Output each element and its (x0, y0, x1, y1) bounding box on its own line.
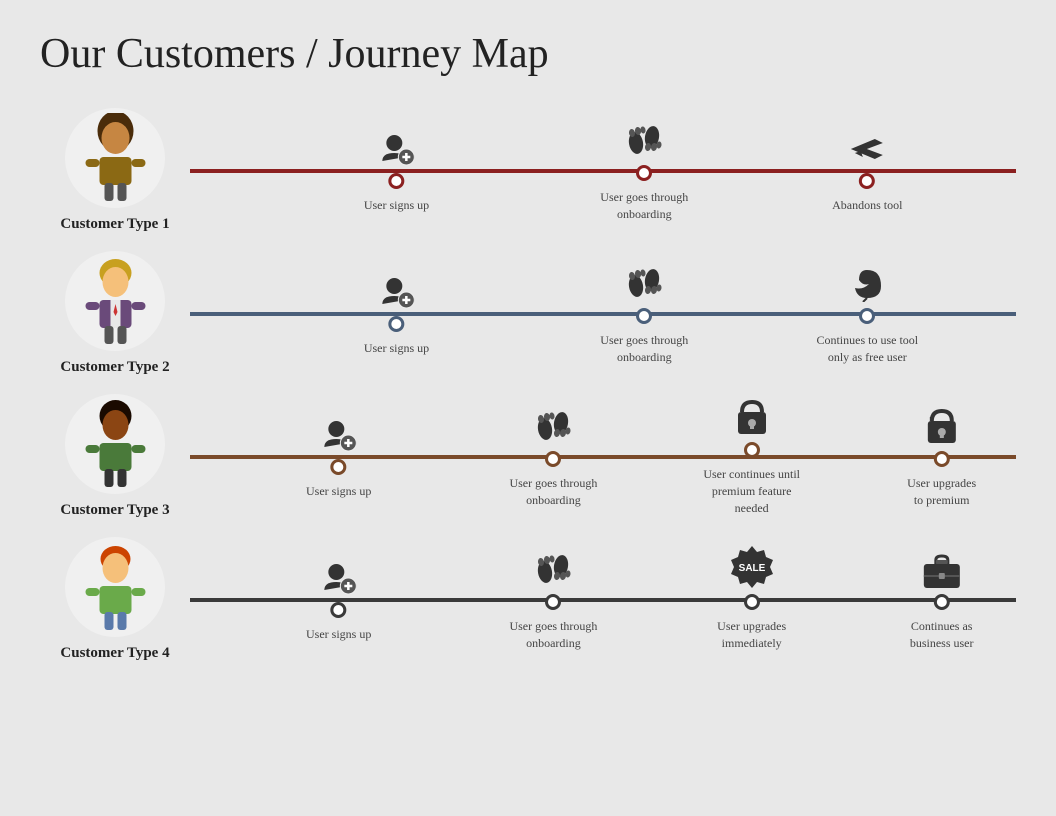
footprints-icon (533, 548, 573, 588)
step-dot (545, 451, 561, 467)
step-4-3: SALE User upgrades immediately (697, 548, 807, 652)
title-bold: Our Customers (40, 31, 296, 77)
step-4-1: User signs up (306, 556, 371, 643)
step-dot (934, 451, 950, 467)
step-label: User signs up (364, 340, 429, 357)
journey-row-1: Customer Type 1 User signs up User goes … (40, 108, 1016, 233)
footprints-icon (624, 119, 664, 159)
step-label: User upgrades to premium (904, 475, 978, 509)
avatar (65, 394, 165, 494)
timeline-3: User signs up User goes through onboardi… (190, 397, 1016, 517)
customer-label-1: Customer Type 1 (60, 216, 169, 233)
step-label: User continues until premium feature nee… (697, 466, 807, 516)
leaf-icon (849, 262, 885, 302)
step-1-1: User signs up (364, 127, 429, 214)
footprints-icon (533, 405, 573, 445)
step-label: Abandons tool (832, 197, 902, 214)
avatar-area-1: Customer Type 1 (40, 108, 190, 233)
customer-label-2: Customer Type 2 (60, 359, 169, 376)
journey-map: Customer Type 1 User signs up User goes … (40, 108, 1016, 662)
step-label: User signs up (364, 197, 429, 214)
lock-closed-icon (734, 396, 770, 436)
step-3-1: User signs up (306, 413, 371, 500)
step-dot (859, 173, 875, 189)
step-dot (389, 316, 405, 332)
step-2-1: User signs up (364, 270, 429, 357)
step-3-2: User goes through onboarding (498, 405, 608, 509)
step-label: User goes through onboarding (589, 332, 699, 366)
signup-icon (321, 556, 357, 596)
avatar (65, 537, 165, 637)
step-label: User goes through onboarding (498, 618, 608, 652)
step-label: User signs up (306, 626, 371, 643)
customer-label-3: Customer Type 3 (60, 502, 169, 519)
lock-open-icon (924, 405, 960, 445)
step-4-4: Continues as business user (904, 548, 978, 652)
signup-icon (321, 413, 357, 453)
signup-icon (379, 270, 415, 310)
avatar (65, 251, 165, 351)
step-label: Continues to use tool only as free user (812, 332, 922, 366)
page-title: Our Customers / Journey Map (40, 30, 1016, 78)
step-1-2: User goes through onboarding (589, 119, 699, 223)
step-label: Continues as business user (904, 618, 978, 652)
avatar-area-3: Customer Type 3 (40, 394, 190, 519)
timeline-4: User signs up User goes through onboardi… (190, 540, 1016, 660)
step-2-2: User goes through onboarding (589, 262, 699, 366)
step-label: User signs up (306, 483, 371, 500)
timeline-2: User signs up User goes through onboardi… (190, 254, 1016, 374)
avatar-area-4: Customer Type 4 (40, 537, 190, 662)
step-dot (636, 165, 652, 181)
step-dot (545, 594, 561, 610)
step-dot (934, 594, 950, 610)
step-label: User upgrades immediately (697, 618, 807, 652)
journey-row-4: Customer Type 4 User signs up User goes … (40, 537, 1016, 662)
avatar-area-2: Customer Type 2 (40, 251, 190, 376)
step-4-2: User goes through onboarding (498, 548, 608, 652)
avatar (65, 108, 165, 208)
step-dot (859, 308, 875, 324)
customer-label-4: Customer Type 4 (60, 645, 169, 662)
timeline-1: User signs up User goes through onboardi… (190, 111, 1016, 231)
step-dot (331, 602, 347, 618)
step-3-3: User continues until premium feature nee… (697, 396, 807, 516)
svg-text:SALE: SALE (738, 563, 765, 574)
step-label: User goes through onboarding (589, 189, 699, 223)
sale-icon: SALE (730, 548, 774, 588)
step-dot (744, 442, 760, 458)
title-light: / Journey Map (296, 31, 549, 77)
step-dot (636, 308, 652, 324)
footprints-icon (624, 262, 664, 302)
signup-icon (379, 127, 415, 167)
journey-row-2: Customer Type 2 User signs up User goes … (40, 251, 1016, 376)
step-label: User goes through onboarding (498, 475, 608, 509)
step-dot (744, 594, 760, 610)
step-3-4: User upgrades to premium (904, 405, 978, 509)
journey-row-3: Customer Type 3 User signs up User goes … (40, 394, 1016, 519)
plane-icon (847, 127, 887, 167)
step-dot (389, 173, 405, 189)
step-2-3: Continues to use tool only as free user (812, 262, 922, 366)
step-1-3: Abandons tool (832, 127, 902, 214)
briefcase-icon (922, 548, 962, 588)
step-dot (331, 459, 347, 475)
